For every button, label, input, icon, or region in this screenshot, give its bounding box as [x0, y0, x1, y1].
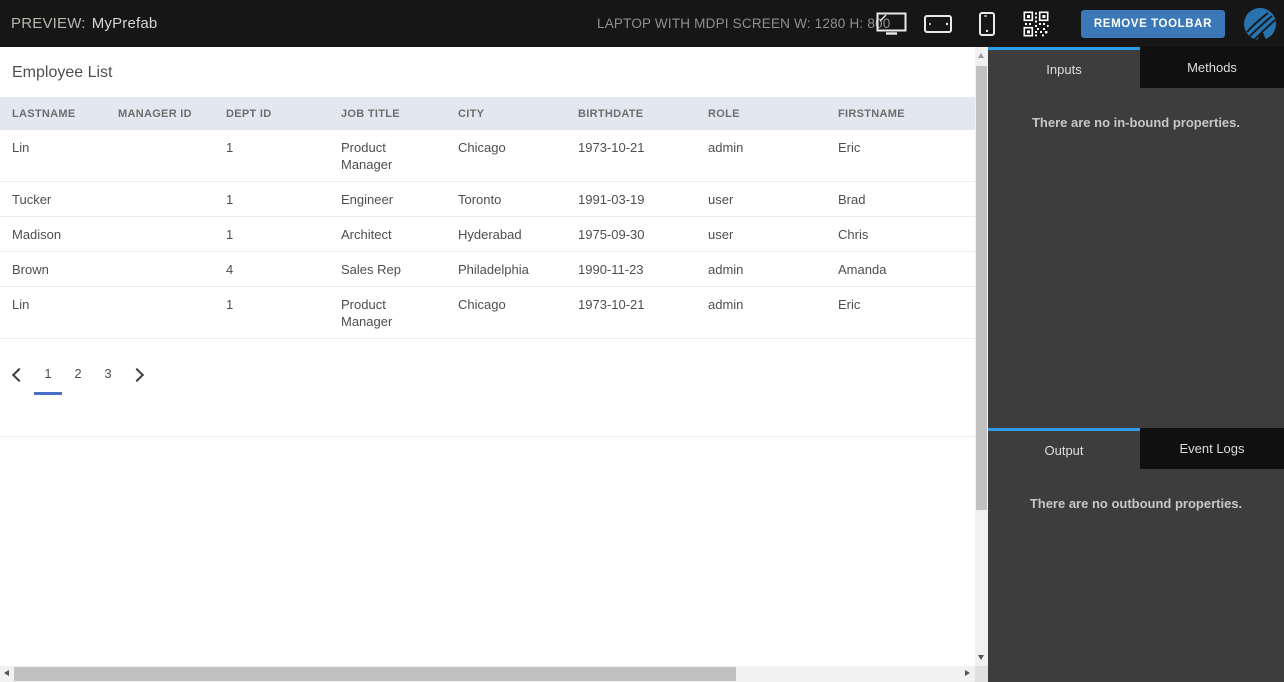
table-cell: Eric — [838, 297, 861, 312]
table-cell: 1 — [226, 140, 234, 155]
table-cell: Brad — [838, 192, 866, 207]
table-cell: 1975-09-30 — [578, 227, 645, 242]
tab-inputs[interactable]: Inputs — [988, 47, 1140, 88]
output-eventlogs-tabs: Output Event Logs — [988, 428, 1284, 469]
phone-portrait-icon[interactable] — [978, 11, 995, 36]
toolbar-right-group: REMOVE TOOLBAR — [876, 0, 1284, 47]
page-number-2[interactable]: 2 — [63, 366, 93, 395]
table-cell: Sales Rep — [341, 262, 401, 277]
table-cell: Lin — [12, 297, 30, 312]
column-header[interactable]: CITY — [446, 108, 566, 120]
table-cell: admin — [708, 140, 744, 155]
table-cell: Lin — [12, 140, 30, 155]
vertical-scrollbar-thumb[interactable] — [976, 66, 987, 510]
table-cell: Amanda — [838, 262, 887, 277]
output-empty-message: There are no outbound properties. — [1029, 496, 1243, 511]
table-cell: 1973-10-21 — [578, 140, 645, 155]
table-cell: 1991-03-19 — [578, 192, 645, 207]
column-header[interactable]: ROLE — [696, 108, 826, 120]
laptop-icon[interactable] — [876, 12, 907, 35]
table-cell: 1973-10-21 — [578, 297, 645, 312]
prefab-preview-pane: Employee List LASTNAME MANAGER ID DEPT ID J… — [0, 47, 975, 666]
pagination-next-icon[interactable] — [129, 367, 145, 383]
column-header[interactable]: BIRTHDATE — [566, 108, 696, 120]
content-divider — [0, 436, 975, 437]
page-title: Employee List — [12, 64, 113, 81]
table-cell: 1 — [226, 297, 234, 312]
table-cell — [106, 252, 214, 286]
table-cell: 4 — [226, 262, 234, 277]
scrollbar-corner — [975, 666, 988, 682]
device-mode-label: LAPTOP WITH MDPI SCREEN W: 1280 H: 800 — [597, 16, 891, 31]
table-cell: Madison — [12, 227, 62, 242]
column-header[interactable]: JOB TITLE — [329, 108, 446, 120]
table-cell: Engineer — [341, 192, 394, 207]
tab-output[interactable]: Output — [988, 428, 1140, 469]
tab-methods[interactable]: Methods — [1140, 47, 1284, 88]
properties-panel: Inputs Methods There are no in-bound pro… — [988, 47, 1284, 682]
table-row[interactable]: Lin 1 Product Manager Chicago 1973-10-21 admi… — [0, 287, 975, 339]
scroll-right-icon[interactable] — [965, 670, 970, 676]
pagination-pages: 123 — [33, 366, 123, 395]
table-cell: Hyderabad — [458, 227, 522, 242]
table-cell: Product Manager — [341, 140, 393, 172]
prefab-name: MyPrefab — [91, 15, 158, 32]
inputs-empty-message: There are no in-bound properties. — [1031, 115, 1241, 130]
preview-title: PREVIEW: MyPrefab — [11, 15, 157, 32]
wavemaker-logo — [1243, 7, 1277, 41]
preview-label: PREVIEW: — [11, 15, 86, 32]
table-cell — [106, 287, 214, 338]
table-cell: admin — [708, 262, 744, 277]
pagination: 123 — [11, 366, 975, 402]
table-cell — [106, 130, 214, 181]
table-body: Lin 1 Product Manager Chicago 1973-10-21 admi… — [0, 130, 975, 339]
table-cell: user — [708, 192, 734, 207]
tab-event-logs[interactable]: Event Logs — [1140, 428, 1284, 469]
table-cell: Eric — [838, 140, 861, 155]
table-cell: user — [708, 227, 734, 242]
inputs-methods-tabs: Inputs Methods — [988, 47, 1284, 88]
table-cell: 1990-11-23 — [578, 262, 644, 277]
preview-toolbar: PREVIEW: MyPrefab LAPTOP WITH MDPI SCREEN… — [0, 0, 1284, 47]
table-cell: 1 — [226, 227, 234, 242]
remove-toolbar-button[interactable]: REMOVE TOOLBAR — [1080, 9, 1225, 38]
table-cell — [106, 217, 214, 251]
vertical-scrollbar[interactable] — [975, 47, 988, 666]
table-row[interactable]: Lin 1 Product Manager Chicago 1973-10-21 admi… — [0, 130, 975, 182]
table-header-row: LASTNAME MANAGER ID DEPT ID JOB TITLE CITY BI… — [0, 97, 975, 130]
table-cell: 1 — [226, 192, 234, 207]
table-cell: Brown — [12, 262, 49, 277]
table-cell: admin — [708, 297, 744, 312]
table-cell: Chris — [838, 227, 869, 242]
table-row[interactable]: Brown 4 Sales Rep Philadelphia 1990-11-23 adm… — [0, 252, 975, 287]
horizontal-scrollbar[interactable] — [0, 666, 975, 682]
column-header[interactable]: LASTNAME — [0, 108, 106, 120]
table-cell: Tucker — [12, 192, 52, 207]
table-cell — [106, 182, 214, 216]
table-cell: Chicago — [458, 297, 506, 312]
horizontal-scrollbar-thumb[interactable] — [14, 667, 736, 681]
column-header[interactable]: MANAGER ID — [106, 108, 214, 120]
scroll-up-icon[interactable] — [978, 53, 984, 58]
page-number-3[interactable]: 3 — [93, 366, 123, 395]
table-cell: Architect — [341, 227, 392, 242]
table-cell: Philadelphia — [458, 262, 529, 277]
scroll-down-icon[interactable] — [978, 655, 984, 660]
tablet-landscape-icon[interactable] — [923, 14, 952, 33]
table-cell: Chicago — [458, 140, 506, 155]
column-header[interactable]: DEPT ID — [214, 108, 329, 120]
table-cell: Toronto — [458, 192, 502, 207]
pagination-prev-icon[interactable] — [11, 367, 27, 383]
column-header[interactable]: FIRSTNAME — [826, 108, 975, 120]
table-row[interactable]: Madison 1 Architect Hyderabad 1975-09-30 user… — [0, 217, 975, 252]
output-section: Output Event Logs There are no outbound … — [988, 428, 1284, 511]
qr-code-icon[interactable] — [1023, 10, 1049, 37]
scroll-left-icon[interactable] — [4, 670, 9, 676]
page-number-1[interactable]: 1 — [33, 366, 63, 395]
table-row[interactable]: Tucker 1 Engineer Toronto 1991-03-19 user Brad — [0, 182, 975, 217]
table-cell: Product Manager — [341, 297, 393, 329]
